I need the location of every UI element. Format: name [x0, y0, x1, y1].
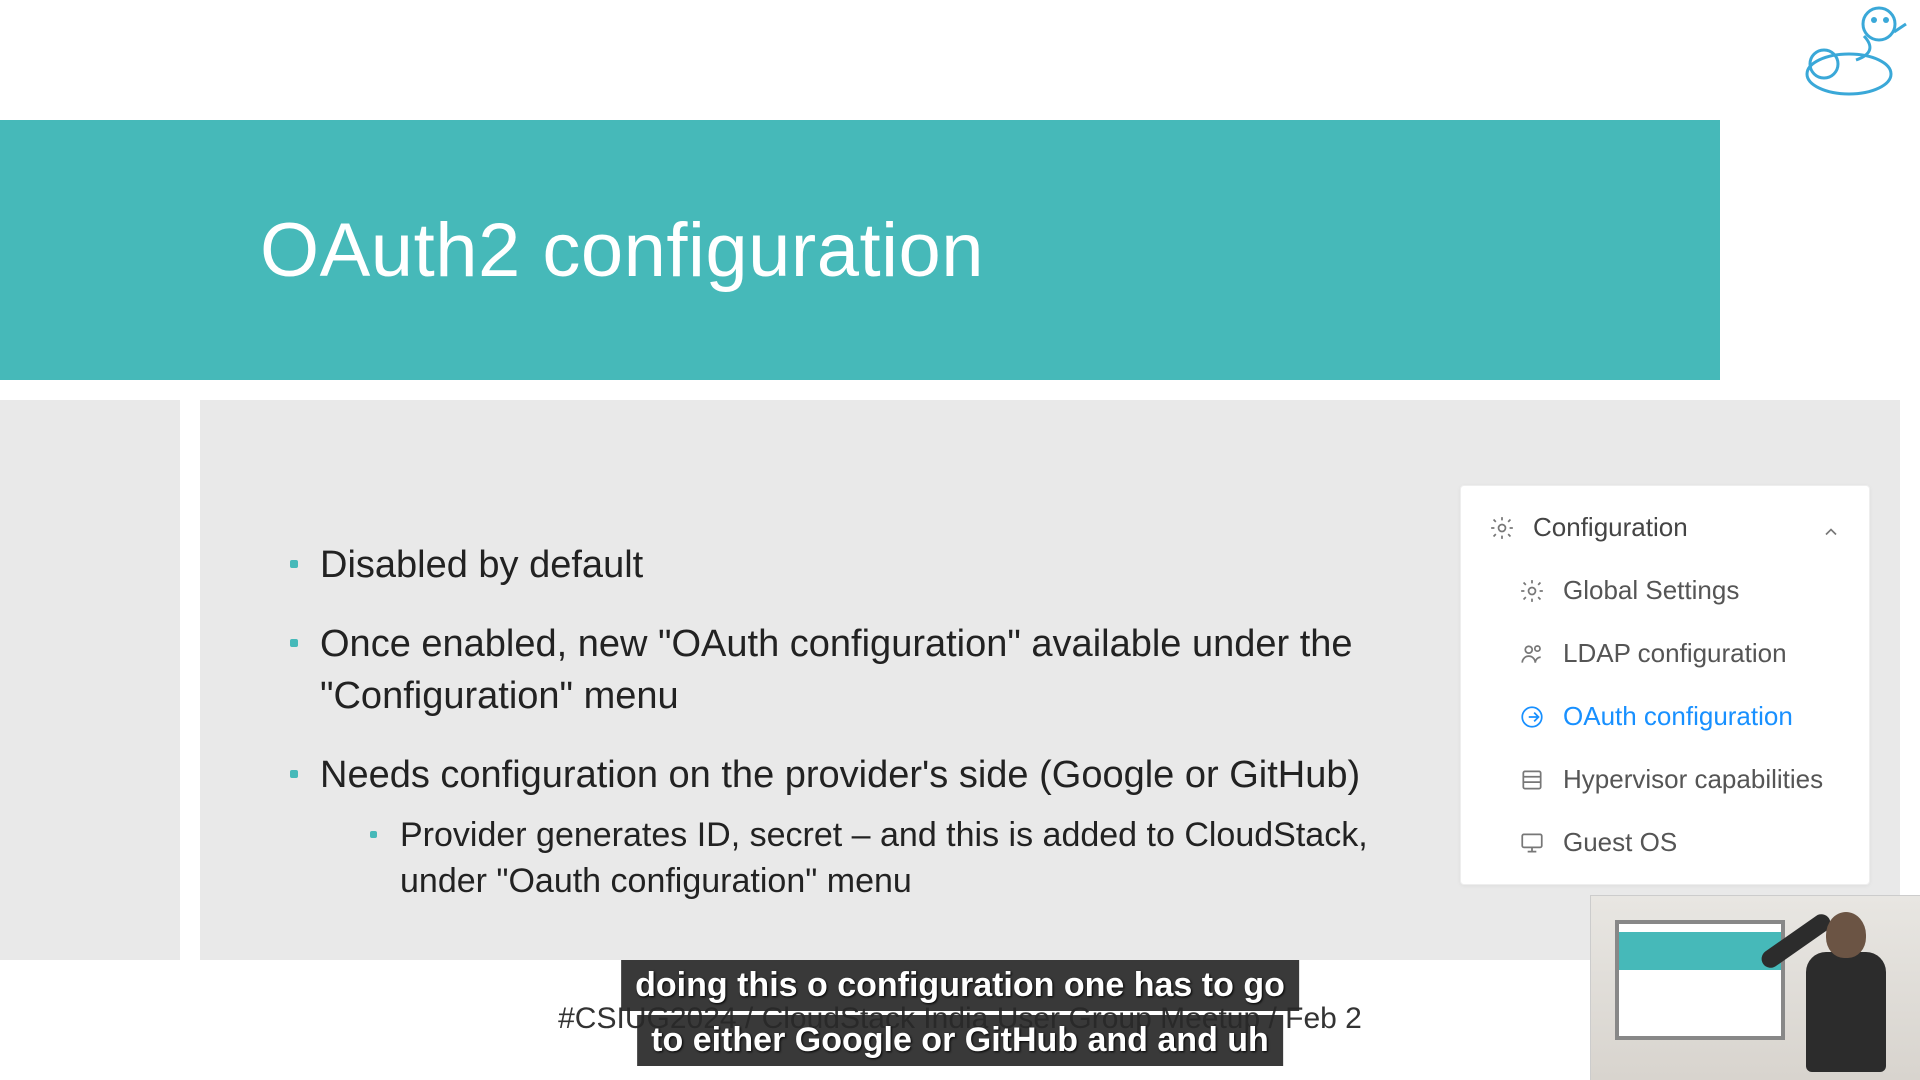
menu-item-label: Guest OS — [1563, 827, 1677, 858]
menu-item-guest-os[interactable]: Guest OS — [1461, 811, 1869, 874]
slide: OAuth2 configuration Disabled by default… — [0, 0, 1920, 1080]
login-icon — [1519, 704, 1545, 730]
monitor-icon — [1519, 830, 1545, 856]
chevron-up-icon — [1821, 518, 1841, 538]
menu-item-ldap-configuration[interactable]: LDAP configuration — [1461, 622, 1869, 685]
menu-item-global-settings[interactable]: Global Settings — [1461, 559, 1869, 622]
gear-icon — [1489, 515, 1515, 541]
slide-title: OAuth2 configuration — [260, 207, 984, 294]
speaker-pip-video[interactable] — [1590, 895, 1920, 1080]
caption-line: to either Google or GitHub and and uh — [637, 1015, 1283, 1066]
menu-item-hypervisor-capabilities[interactable]: Hypervisor capabilities — [1461, 748, 1869, 811]
bullet-item: Needs configuration on the provider's si… — [290, 750, 1440, 905]
left-pad — [0, 400, 180, 960]
menu-item-oauth-configuration[interactable]: OAuth configuration — [1461, 685, 1869, 748]
menu-item-label: Hypervisor capabilities — [1563, 764, 1823, 795]
sub-bullet-text: Provider generates ID, secret – and this… — [400, 816, 1368, 900]
pip-speaker — [1786, 902, 1906, 1077]
gear-icon — [1519, 578, 1545, 604]
caption-line: doing this o configuration one has to go — [621, 960, 1299, 1011]
sub-bullet-item: Provider generates ID, secret – and this… — [320, 813, 1440, 905]
bullet-text: Once enabled, new "OAuth configuration" … — [320, 623, 1353, 716]
title-band: OAuth2 configuration — [0, 120, 1720, 380]
pip-projection-screen — [1615, 920, 1785, 1040]
bullet-text: Disabled by default — [320, 544, 643, 586]
config-menu-panel: Configuration Global Settings LDAP confi… — [1460, 485, 1870, 885]
users-icon — [1519, 641, 1545, 667]
cloudstack-logo — [1794, 2, 1914, 102]
bullet-list: Disabled by default Once enabled, new "O… — [290, 540, 1440, 933]
menu-header-configuration[interactable]: Configuration — [1461, 496, 1869, 559]
list-icon — [1519, 767, 1545, 793]
bullet-item: Once enabled, new "OAuth configuration" … — [290, 619, 1440, 722]
bullet-text: Needs configuration on the provider's si… — [320, 754, 1360, 796]
video-caption: doing this o configuration one has to go… — [621, 958, 1299, 1068]
bullet-item: Disabled by default — [290, 540, 1440, 591]
menu-item-label: OAuth configuration — [1563, 701, 1793, 732]
menu-header-label: Configuration — [1533, 512, 1688, 543]
menu-item-label: LDAP configuration — [1563, 638, 1787, 669]
menu-item-label: Global Settings — [1563, 575, 1739, 606]
